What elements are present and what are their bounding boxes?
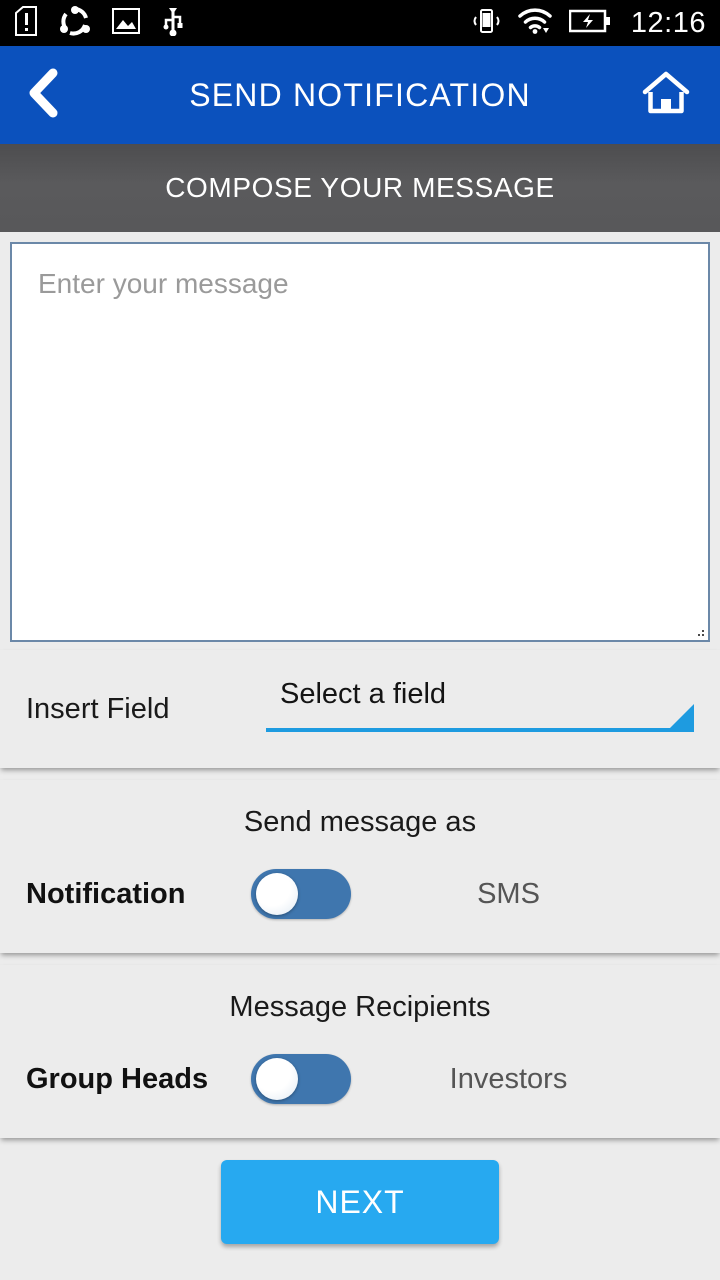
spinner-underline	[266, 728, 694, 732]
next-button[interactable]: NEXT	[221, 1160, 499, 1244]
status-bar-right-icons: 12:16	[471, 6, 706, 41]
toggle-thumb	[256, 873, 298, 915]
send-as-option-notification[interactable]: Notification	[26, 878, 251, 911]
content-area: Enter your message Insert Field Select a…	[0, 232, 720, 1280]
send-as-option-sms[interactable]: SMS	[351, 878, 694, 911]
status-bar-clock: 12:16	[630, 6, 706, 39]
compose-message-card: Enter your message	[0, 232, 720, 642]
app-bar: SEND NOTIFICATION	[0, 46, 720, 144]
insert-field-selected-value: Select a field	[280, 678, 447, 710]
sync-share-icon	[60, 5, 90, 41]
status-bar: 12:16	[0, 0, 720, 46]
wifi-icon	[518, 7, 552, 40]
insert-field-select[interactable]: Select a field	[266, 674, 694, 744]
back-button[interactable]	[26, 66, 84, 124]
insert-field-card: Insert Field Select a field	[0, 650, 720, 768]
image-icon	[112, 7, 140, 39]
page-title: SEND NOTIFICATION	[189, 76, 531, 113]
section-header: COMPOSE YOUR MESSAGE	[0, 144, 720, 232]
battery-charging-icon	[568, 9, 611, 38]
message-recipients-card: Message Recipients Group Heads Investors	[0, 965, 720, 1138]
send-message-as-card: Send message as Notification SMS	[0, 780, 720, 953]
message-recipients-heading: Message Recipients	[229, 991, 491, 1023]
message-input-placeholder: Enter your message	[38, 268, 289, 299]
recipients-option-group-heads[interactable]: Group Heads	[26, 1063, 251, 1096]
send-message-as-row: Notification SMS	[0, 869, 720, 919]
back-chevron-icon	[26, 68, 62, 123]
send-as-toggle[interactable]	[251, 869, 351, 919]
footer-bar: NEXT	[0, 1138, 720, 1280]
vibrate-icon	[471, 6, 501, 41]
status-bar-left-icons	[14, 5, 184, 41]
recipients-toggle[interactable]	[251, 1054, 351, 1104]
message-input[interactable]: Enter your message	[10, 242, 710, 642]
dropdown-triangle-icon	[666, 704, 694, 732]
home-icon	[641, 70, 691, 121]
send-message-as-heading: Send message as	[243, 806, 477, 838]
insert-field-label: Insert Field	[26, 692, 170, 725]
message-recipients-row: Group Heads Investors	[0, 1054, 720, 1104]
section-header-title: COMPOSE YOUR MESSAGE	[165, 172, 555, 203]
home-button[interactable]	[638, 67, 694, 123]
textarea-resize-handle[interactable]	[693, 625, 705, 637]
toggle-thumb	[256, 1058, 298, 1100]
recipients-option-investors[interactable]: Investors	[351, 1063, 694, 1096]
sim-card-alert-icon	[14, 5, 38, 41]
app-screen: 12:16 SEND NOTIFICATION COMPOSE YOUR MES…	[0, 0, 720, 1280]
usb-icon	[162, 6, 184, 41]
